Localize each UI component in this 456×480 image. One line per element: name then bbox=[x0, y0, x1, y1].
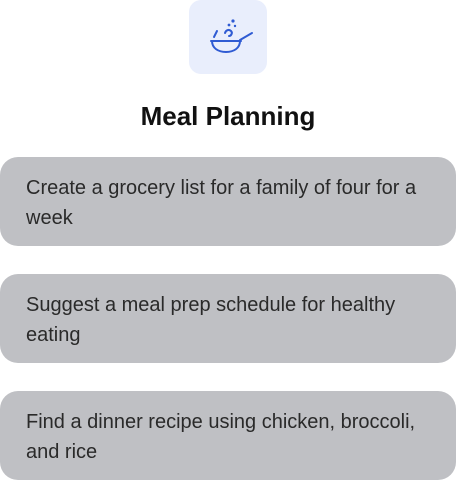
frying-pan-icon bbox=[210, 19, 253, 53]
suggestion-text: Create a grocery list for a family of fo… bbox=[26, 177, 417, 229]
category-icon-tile bbox=[189, 0, 267, 74]
suggestion-text: Suggest a meal prep schedule for healthy… bbox=[26, 294, 396, 346]
page-title: Meal Planning bbox=[140, 101, 316, 131]
suggestion-card-dinner-recipe[interactable]: Find a dinner recipe using chicken, broc… bbox=[0, 391, 456, 480]
suggestion-card-grocery-list[interactable]: Create a grocery list for a family of fo… bbox=[0, 157, 456, 246]
suggestion-card-meal-prep[interactable]: Suggest a meal prep schedule for healthy… bbox=[0, 274, 456, 363]
suggestion-text: Find a dinner recipe using chicken, broc… bbox=[26, 411, 416, 463]
meal-planning-panel: Meal Planning Create a grocery list for … bbox=[0, 0, 456, 480]
